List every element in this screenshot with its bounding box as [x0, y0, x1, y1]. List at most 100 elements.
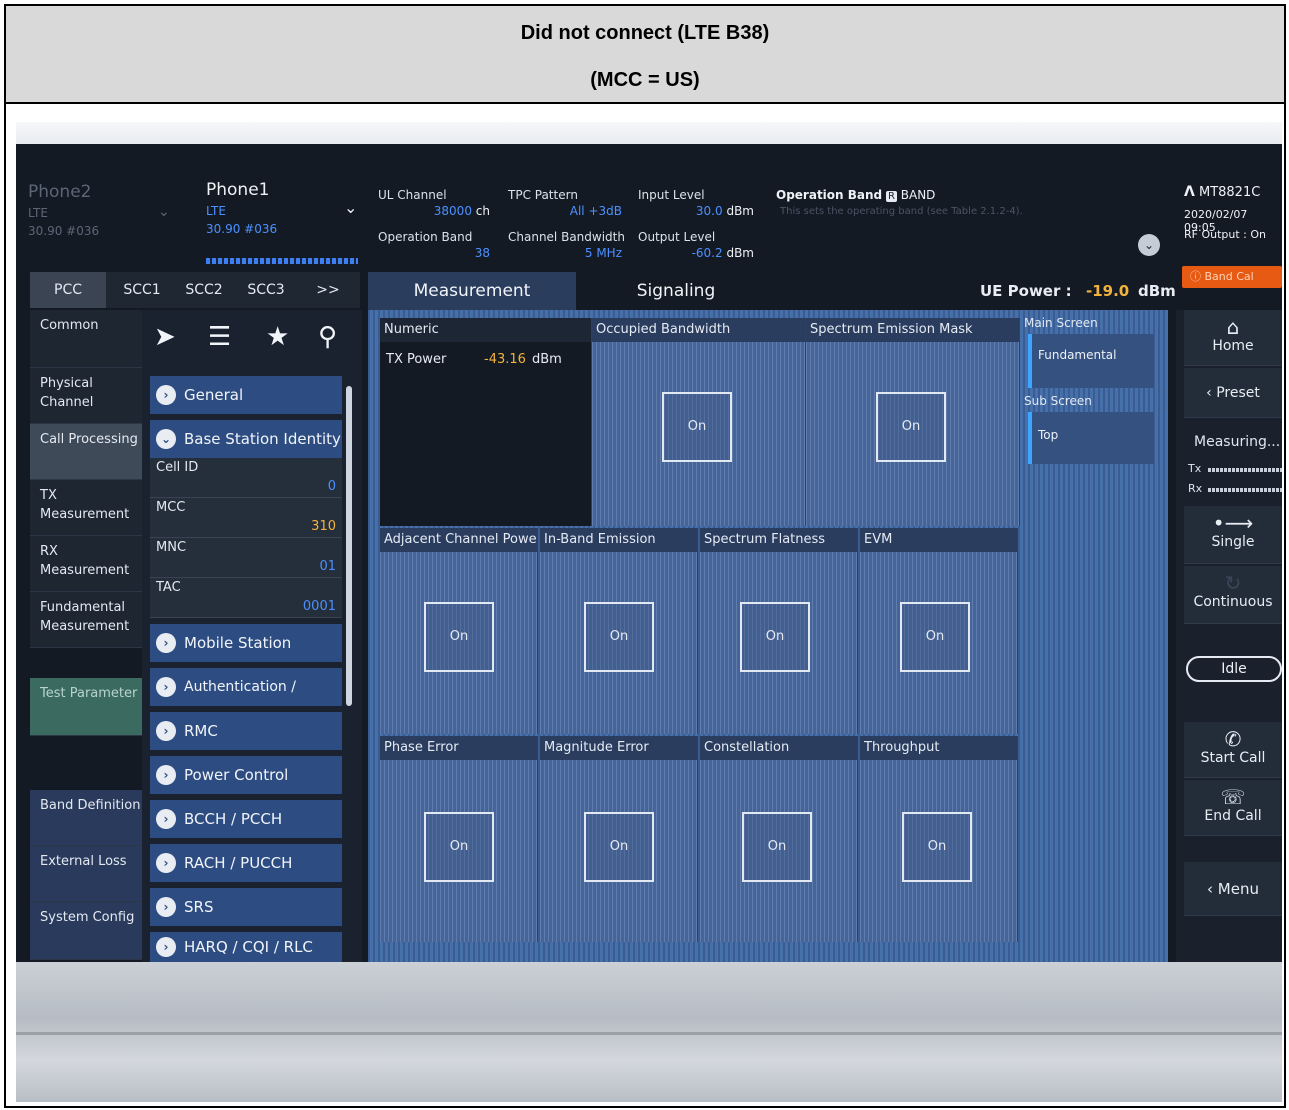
tile-on-button[interactable]: On — [584, 812, 654, 882]
tile-occupied-bandwidth[interactable]: Occupied Bandwidth On — [592, 318, 806, 526]
tree-scrollbar[interactable] — [346, 386, 352, 706]
input-level-value: 30.0 — [695, 204, 723, 218]
tree-section-rmc[interactable]: › RMC — [150, 712, 342, 750]
start-call-button[interactable]: ✆ Start Call — [1184, 722, 1282, 778]
end-call-button[interactable]: ☏ End Call — [1184, 780, 1282, 836]
sub-screen-top[interactable]: Top — [1028, 412, 1154, 464]
tile-title: Adjacent Channel Power — [380, 528, 537, 552]
tile-on-button[interactable]: On — [902, 812, 972, 882]
category-physical-channel[interactable]: Physical Channel — [30, 368, 142, 424]
tree-section-harq[interactable]: › HARQ / CQI / RLC — [150, 932, 342, 962]
category-test-parameter[interactable]: Test Parameter — [30, 678, 142, 736]
input-level-param[interactable]: Input Level 30.0 dBm — [638, 188, 754, 218]
continuous-button[interactable]: ↻ Continuous — [1184, 566, 1282, 624]
tile-on-button[interactable]: On — [876, 392, 946, 462]
phone1-selector[interactable]: Phone1 LTE 30.90 #036 ⌄ — [168, 180, 360, 276]
tile-magnitude-error[interactable]: Magnitude Error On — [540, 736, 698, 942]
tpc-pattern-param[interactable]: TPC Pattern All +3dB — [508, 188, 622, 218]
op-band-help-desc: This sets the operating band (see Table … — [780, 206, 1023, 217]
tile-on-button[interactable]: On — [740, 602, 810, 672]
tile-on-button[interactable]: On — [584, 602, 654, 672]
tile-numeric[interactable]: Numeric TX Power -43.16 dBm — [380, 318, 592, 526]
measuring-status: Measuring... — [1194, 434, 1281, 450]
tile-title: In-Band Emission — [540, 528, 697, 552]
single-button[interactable]: •⟶ Single — [1184, 506, 1282, 564]
tab-signaling[interactable]: Signaling — [576, 272, 776, 310]
tester-photo: Phone2 LTE 30.90 #036 ⌄ Phone1 LTE 30.90… — [16, 122, 1282, 1102]
tile-on-button[interactable]: On — [424, 602, 494, 672]
tree-section-power-control[interactable]: › Power Control — [150, 756, 342, 794]
output-level-param[interactable]: Output Level -60.2 dBm — [638, 230, 754, 260]
category-fundamental-measurement[interactable]: Fundamental Measurement — [30, 592, 142, 648]
tree-section-rach-pucch[interactable]: › RACH / PUCCH — [150, 844, 342, 882]
tab-scc1[interactable]: SCC1 — [112, 272, 172, 308]
chevron-down-circle-icon[interactable]: ⌄ — [1138, 234, 1160, 256]
tile-constellation[interactable]: Constellation On — [700, 736, 858, 942]
phone2-name: Phone2 — [28, 182, 92, 202]
operation-band-value: 38 — [474, 246, 490, 260]
search-icon[interactable]: ⚲ — [318, 322, 337, 352]
chevron-left-icon: ‹ — [1207, 880, 1214, 898]
tab-more[interactable]: >> — [300, 272, 356, 308]
channel-bandwidth-param[interactable]: Channel Bandwidth 5 MHz — [508, 230, 625, 260]
ul-channel-param[interactable]: UL Channel 38000 ch — [378, 188, 490, 218]
tile-in-band-emission[interactable]: In-Band Emission On — [540, 528, 698, 734]
tree-section-general[interactable]: › General — [150, 376, 342, 414]
tile-title: Occupied Bandwidth — [592, 318, 805, 342]
field-value: 0001 — [302, 599, 336, 614]
tree-section-mobile-station-identity[interactable]: ›Mobile Station Identity — [150, 624, 342, 690]
tab-measurement[interactable]: Measurement — [368, 272, 576, 310]
phone2-selector[interactable]: Phone2 LTE 30.90 #036 ⌄ — [28, 182, 170, 282]
next-icon[interactable]: ➤ — [154, 322, 176, 352]
home-button[interactable]: ⌂ Home — [1184, 310, 1282, 366]
preset-button[interactable]: ‹ Preset — [1184, 368, 1282, 418]
category-tx-measurement[interactable]: TX Measurement — [30, 480, 142, 536]
expand-icon[interactable]: ☰ — [208, 322, 231, 352]
tile-on-button[interactable]: On — [900, 602, 970, 672]
chevron-right-icon: › — [156, 677, 176, 697]
tile-evm[interactable]: EVM On — [860, 528, 1018, 734]
tile-adjacent-channel-power[interactable]: Adjacent Channel Power On — [380, 528, 538, 734]
menu-button[interactable]: ‹ Menu — [1184, 862, 1282, 916]
field-mcc[interactable]: MCC 310 — [150, 498, 342, 538]
tree-toolbar: ➤ ☰ ★ ⚲ — [142, 310, 362, 372]
category-call-processing[interactable]: Call Processing — [30, 424, 142, 480]
output-level-value: -60.2 — [691, 246, 723, 260]
tree-section-srs[interactable]: › SRS — [150, 888, 342, 926]
chevron-left-icon: ‹ — [1206, 385, 1212, 401]
tree-section-bcch-pcch[interactable]: › BCCH / PCCH — [150, 800, 342, 838]
tab-scc2[interactable]: SCC2 — [174, 272, 234, 308]
tree-section-base-station-identity[interactable]: ⌄ Base Station Identity — [150, 420, 342, 458]
field-name: MNC — [156, 540, 187, 555]
main-screen-fundamental[interactable]: Fundamental — [1028, 334, 1154, 388]
field-cell-id[interactable]: Cell ID 0 — [150, 458, 342, 498]
field-tac[interactable]: TAC 0001 — [150, 578, 342, 618]
input-level-label: Input Level — [638, 188, 705, 202]
field-mnc[interactable]: MNC 01 — [150, 538, 342, 578]
rf-output-status: RF Output : On — [1184, 228, 1267, 241]
tile-throughput[interactable]: Throughput On — [860, 736, 1018, 942]
star-icon[interactable]: ★ — [266, 322, 289, 352]
operation-band-param[interactable]: Operation Band 38 — [378, 230, 490, 260]
field-value: 01 — [319, 559, 336, 574]
category-rx-measurement[interactable]: RX Measurement — [30, 536, 142, 592]
op-band-help-heading: Operation Band — [776, 188, 883, 202]
tile-phase-error[interactable]: Phase Error On — [380, 736, 538, 942]
tile-spectrum-flatness[interactable]: Spectrum Flatness On — [700, 528, 858, 734]
tree-section-authentication[interactable]: ›Authentication / Integrity — [150, 668, 342, 733]
tile-title: Throughput — [860, 736, 1017, 760]
tab-pcc[interactable]: PCC — [30, 272, 106, 308]
category-external-loss[interactable]: External Loss — [30, 846, 142, 902]
category-common[interactable]: Common — [30, 310, 142, 368]
tab-scc3[interactable]: SCC3 — [236, 272, 296, 308]
band-cal-button[interactable]: ⓘ Band Cal — [1182, 266, 1282, 288]
ul-channel-label: UL Channel — [378, 188, 447, 202]
tile-on-button[interactable]: On — [742, 812, 812, 882]
tile-spectrum-emission-mask[interactable]: Spectrum Emission Mask On — [806, 318, 1020, 526]
category-system-config[interactable]: System Config — [30, 902, 142, 960]
idle-button[interactable]: Idle — [1186, 656, 1282, 682]
tile-on-button[interactable]: On — [424, 812, 494, 882]
tile-on-button[interactable]: On — [662, 392, 732, 462]
category-band-definition[interactable]: Band Definition — [30, 790, 142, 846]
ue-power-value: -19.0 — [1086, 282, 1130, 300]
